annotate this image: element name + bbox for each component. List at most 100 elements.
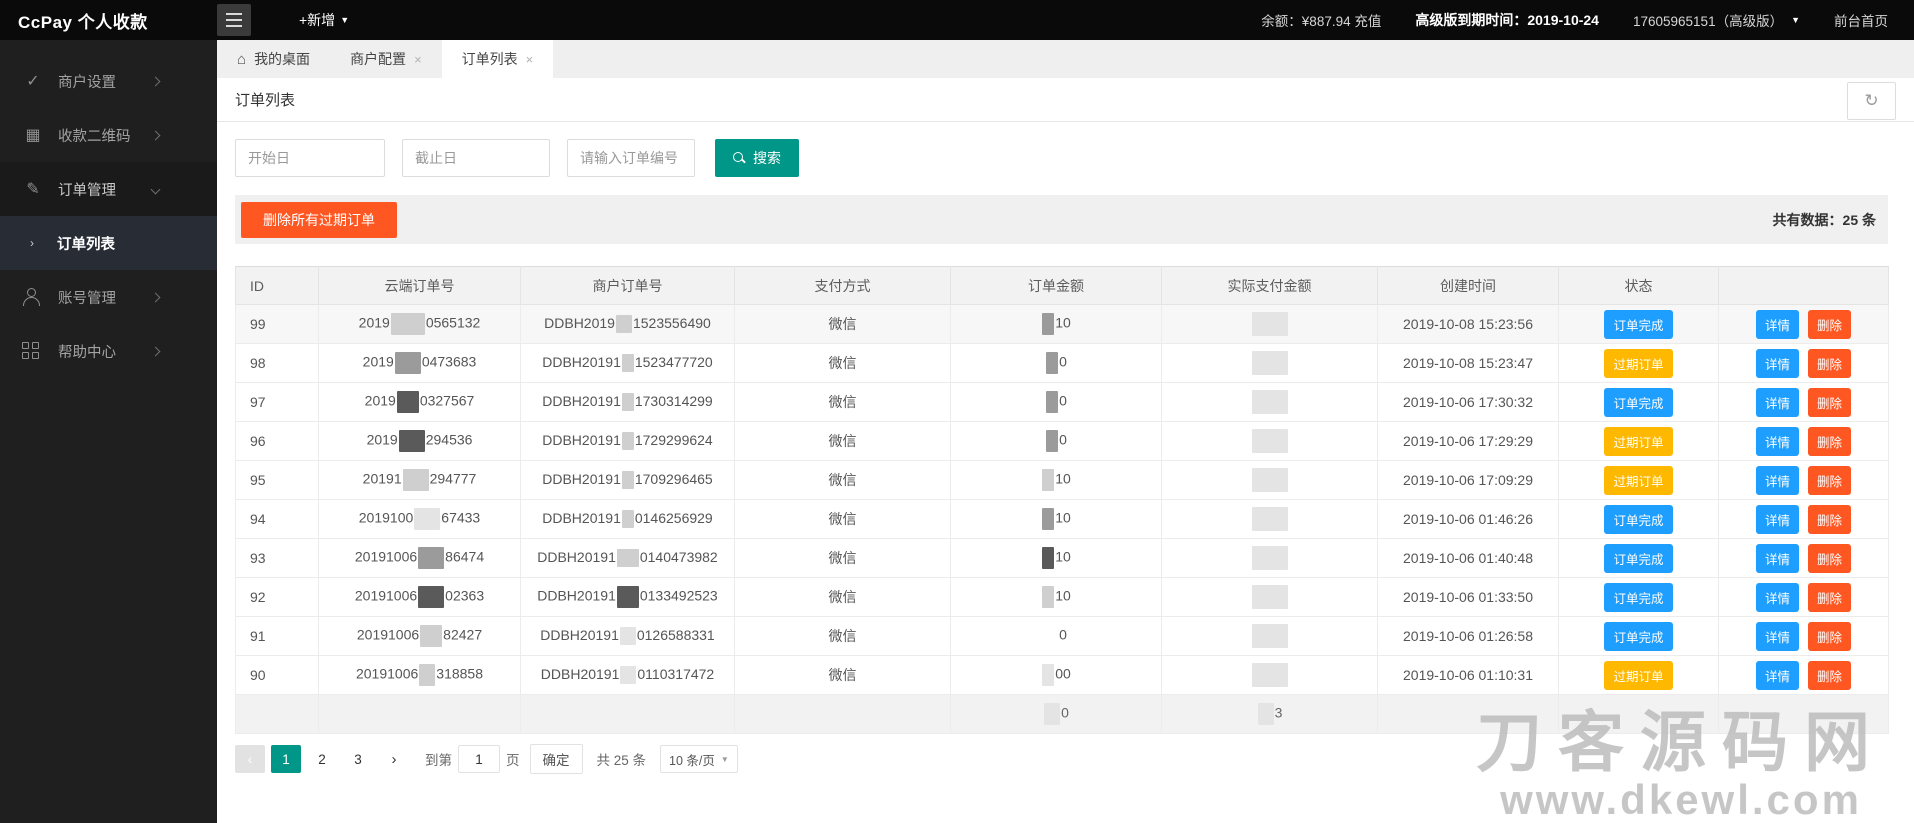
sidebar: ✓ 商户设置 ▦ 收款二维码 ✎ 订单管理 › 订单列表 账号管理 帮助中心	[0, 40, 217, 823]
detail-button[interactable]: 详情	[1755, 348, 1799, 378]
delete-button[interactable]: 删除	[1808, 621, 1852, 651]
account-dropdown[interactable]: 17605965151（高级版） ▼	[1633, 10, 1800, 30]
cell-amount: 10	[950, 577, 1162, 617]
tab-order-list[interactable]: 订单列表 ×	[441, 40, 554, 78]
cell-actual-amount	[1161, 421, 1378, 461]
page-title: 订单列表	[235, 92, 296, 109]
tab-my-desktop[interactable]: ⌂ 我的桌面	[217, 40, 330, 78]
per-page-select[interactable]: 10 条/页 ▼	[660, 745, 738, 773]
page-button-2[interactable]: 2	[307, 745, 337, 773]
caret-down-icon: ▼	[340, 15, 350, 25]
redaction-blur	[1251, 507, 1288, 531]
cell-actual-amount	[1161, 304, 1378, 344]
cell-amount: 00	[950, 655, 1162, 695]
delete-button[interactable]: 删除	[1808, 465, 1852, 495]
balance-recharge-link[interactable]: 余额：¥887.94 充值	[1261, 10, 1381, 30]
cell-actions: 详情 删除	[1718, 499, 1889, 539]
sidebar-subitem-order-list[interactable]: › 订单列表	[0, 216, 217, 270]
start-date-input[interactable]	[235, 139, 385, 177]
redaction-blur	[414, 508, 441, 530]
cell-empty	[1718, 694, 1889, 734]
column-header-status: 状态	[1558, 266, 1719, 305]
cell-pay-method: 微信	[734, 460, 951, 500]
cell-created: 2019-10-06 17:09:29	[1377, 460, 1559, 500]
delete-button[interactable]: 删除	[1808, 309, 1852, 339]
page-button-3[interactable]: 3	[343, 745, 373, 773]
goto-page-input[interactable]	[458, 745, 500, 773]
column-header-merchant-order: 商户订单号	[520, 266, 735, 305]
new-dropdown[interactable]: +新增 ▼	[299, 10, 349, 30]
end-date-input[interactable]	[402, 139, 550, 177]
cell-actions: 详情 删除	[1718, 382, 1889, 422]
table-row: 98 2019 0473683 DDBH20191 1523477720 微信 0 …	[235, 343, 1889, 383]
delete-button[interactable]: 删除	[1808, 582, 1852, 612]
redaction-blur	[1042, 508, 1055, 530]
cell-pay-method: 微信	[734, 655, 951, 695]
cell-id: 92	[235, 577, 319, 617]
status-badge: 订单完成	[1604, 504, 1673, 534]
account-label: 17605965151（高级版）	[1632, 14, 1784, 29]
sidebar-item-help-center[interactable]: 帮助中心	[0, 324, 217, 378]
delete-button[interactable]: 删除	[1808, 348, 1852, 378]
tab-merchant-config[interactable]: 商户配置 ×	[330, 40, 442, 78]
prev-page-button[interactable]: ‹	[235, 745, 265, 773]
detail-button[interactable]: 详情	[1755, 660, 1799, 690]
sidebar-item-qrcode[interactable]: ▦ 收款二维码	[0, 108, 217, 162]
redaction-blur	[1042, 586, 1055, 608]
chevron-right-icon	[150, 292, 161, 302]
front-home-link[interactable]: 前台首页	[1834, 10, 1888, 30]
per-page-label: 10 条/页	[669, 753, 715, 768]
detail-button[interactable]: 详情	[1755, 504, 1799, 534]
detail-button[interactable]: 详情	[1755, 582, 1799, 612]
person-icon	[22, 288, 44, 306]
order-number-input[interactable]	[567, 139, 695, 177]
cell-amount: 10	[950, 304, 1162, 344]
column-header-created: 创建时间	[1377, 266, 1559, 305]
hamburger-menu-icon[interactable]	[217, 4, 251, 36]
cell-empty	[734, 694, 951, 734]
cell-amount: 10	[950, 499, 1162, 539]
redaction-blur	[390, 313, 425, 335]
table-summary-row: 0 3	[235, 694, 1889, 734]
detail-button[interactable]: 详情	[1755, 387, 1799, 417]
redaction-blur	[1251, 429, 1288, 453]
close-icon[interactable]: ×	[414, 52, 422, 67]
cell-actions: 详情 删除	[1718, 343, 1889, 383]
close-icon[interactable]: ×	[526, 52, 534, 67]
delete-button[interactable]: 删除	[1808, 387, 1852, 417]
sidebar-item-account-management[interactable]: 账号管理	[0, 270, 217, 324]
goto-confirm-button[interactable]: 确定	[529, 744, 583, 774]
redaction-blur	[1251, 663, 1288, 687]
cell-pay-method: 微信	[734, 577, 951, 617]
table-row: 94 2019100 67433 DDBH20191 0146256929 微信 1…	[235, 499, 1889, 539]
delete-expired-orders-button[interactable]: 删除所有过期订单	[241, 201, 397, 238]
refresh-button[interactable]: ↻	[1847, 82, 1896, 120]
detail-button[interactable]: 详情	[1755, 543, 1799, 573]
sidebar-item-order-management[interactable]: ✎ 订单管理	[0, 162, 217, 216]
redaction-blur	[1257, 703, 1274, 725]
search-button[interactable]: 搜索	[715, 139, 799, 177]
detail-button[interactable]: 详情	[1755, 309, 1799, 339]
detail-button[interactable]: 详情	[1755, 621, 1799, 651]
detail-button[interactable]: 详情	[1755, 465, 1799, 495]
delete-button[interactable]: 删除	[1808, 660, 1852, 690]
sidebar-item-merchant-settings[interactable]: ✓ 商户设置	[0, 54, 217, 108]
delete-button[interactable]: 删除	[1808, 504, 1852, 534]
redaction-blur	[418, 586, 445, 608]
detail-button[interactable]: 详情	[1755, 426, 1799, 456]
delete-button[interactable]: 删除	[1808, 426, 1852, 456]
sidebar-item-label: 收款二维码	[58, 128, 131, 145]
cell-amount: 10	[950, 460, 1162, 500]
page-unit-label: 页	[506, 753, 520, 768]
delete-button[interactable]: 删除	[1808, 543, 1852, 573]
chevron-down-icon	[150, 184, 161, 194]
page-button-1[interactable]: 1	[271, 745, 301, 773]
total-count-label: 共 25 条	[596, 753, 647, 768]
cell-created: 2019-10-06 01:10:31	[1377, 655, 1559, 695]
cell-merchant-order: DDBH20191 0126588331	[520, 616, 735, 656]
redaction-blur	[621, 432, 634, 451]
redaction-blur	[1251, 624, 1288, 648]
next-page-button[interactable]: ›	[379, 745, 409, 773]
cell-id: 98	[235, 343, 319, 383]
order-management-icon: ✎	[26, 181, 40, 198]
